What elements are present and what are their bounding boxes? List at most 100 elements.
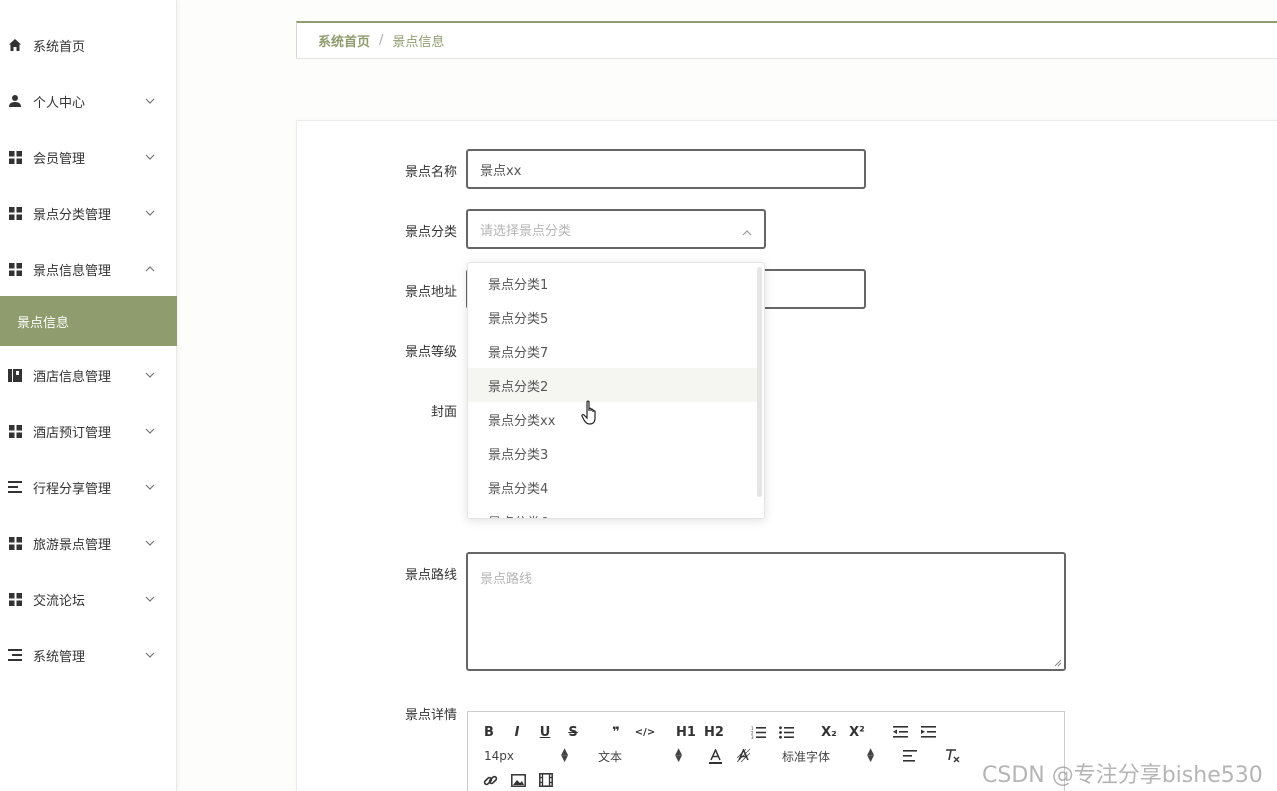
dropdown-option[interactable]: 景点分类6 bbox=[468, 504, 758, 519]
dropdown-option[interactable]: 景点分类3 bbox=[468, 436, 758, 470]
name-input[interactable]: 景点xx bbox=[466, 149, 866, 189]
address-label: 景点地址 bbox=[404, 285, 457, 300]
category-select[interactable]: 请选择景点分类 bbox=[466, 209, 766, 249]
blockquote-button[interactable]: ❞ bbox=[608, 724, 624, 740]
sidebar: 系统首页 个人中心 会员管理 景点分类管理 景点信息管理 景点信息 酒店信息管理… bbox=[0, 0, 177, 791]
sidebar-item-label: 系统管理 bbox=[33, 649, 86, 665]
bold-button[interactable]: B bbox=[482, 724, 496, 740]
updown-arrow-icon: ▲ ▼ bbox=[867, 747, 874, 764]
grid-icon bbox=[8, 150, 22, 164]
sidebar-item-hotel-info-mgmt[interactable]: 酒店信息管理 bbox=[0, 347, 177, 403]
chevron-down-icon bbox=[145, 426, 155, 436]
background-color-icon[interactable] bbox=[736, 748, 750, 764]
sidebar-item-label: 景点分类管理 bbox=[33, 207, 112, 223]
sidebar-item-forum[interactable]: 交流论坛 bbox=[0, 571, 177, 627]
sidebar-item-system-mgmt[interactable]: 系统管理 bbox=[0, 627, 177, 683]
route-textarea[interactable]: 景点路线 bbox=[466, 552, 1066, 671]
watermark: CSDN @专注分享bishe530 bbox=[982, 763, 1263, 788]
sidebar-item-label: 酒店信息管理 bbox=[33, 369, 112, 385]
sidebar-item-label: 个人中心 bbox=[33, 95, 86, 111]
breadcrumb: 系统首页 / 景点信息 bbox=[296, 21, 1277, 59]
chevron-down-icon bbox=[145, 152, 155, 162]
clear-format-icon[interactable] bbox=[944, 748, 960, 764]
chevron-down-icon bbox=[145, 650, 155, 660]
font-size-value: 14px bbox=[484, 749, 514, 763]
detail-label: 景点详情 bbox=[404, 708, 457, 723]
sidebar-item-home[interactable]: 系统首页 bbox=[0, 17, 177, 73]
sidebar-item-profile[interactable]: 个人中心 bbox=[0, 73, 177, 129]
dropdown-scrollbar[interactable] bbox=[757, 267, 762, 497]
chevron-down-icon bbox=[145, 370, 155, 380]
ordered-list-icon[interactable]: 123 bbox=[750, 724, 766, 740]
sidebar-item-category-mgmt[interactable]: 景点分类管理 bbox=[0, 185, 177, 241]
grid-icon bbox=[8, 262, 22, 276]
heading2-button[interactable]: H2 bbox=[704, 724, 724, 740]
sidebar-item-scenic-info-mgmt[interactable]: 景点信息管理 bbox=[0, 241, 177, 297]
indent-icon[interactable] bbox=[920, 724, 936, 740]
chevron-up-icon bbox=[145, 264, 155, 274]
sidebar-item-label: 会员管理 bbox=[33, 151, 86, 167]
link-icon[interactable] bbox=[482, 772, 498, 788]
grid-icon bbox=[8, 424, 22, 438]
dropdown-option[interactable]: 景点分类5 bbox=[468, 300, 758, 334]
font-family-select[interactable]: 标准字体 ▲ ▼ bbox=[782, 748, 874, 764]
sidebar-item-label: 行程分享管理 bbox=[33, 481, 112, 497]
sidebar-item-label: 景点信息管理 bbox=[33, 263, 112, 279]
chevron-down-icon bbox=[145, 96, 155, 106]
sidebar-item-label: 系统首页 bbox=[33, 39, 86, 55]
book-icon bbox=[8, 368, 22, 382]
dropdown-option[interactable]: 景点分类xx bbox=[468, 402, 758, 436]
dropdown-option[interactable]: 景点分类7 bbox=[468, 334, 758, 368]
svg-text:3: 3 bbox=[751, 735, 754, 739]
list-icon bbox=[8, 480, 22, 494]
sidebar-item-tourist-spot-mgmt[interactable]: 旅游景点管理 bbox=[0, 515, 177, 571]
updown-arrow-icon: ▲ ▼ bbox=[561, 747, 568, 764]
category-label: 景点分类 bbox=[404, 225, 457, 240]
dropdown-option[interactable]: 景点分类1 bbox=[468, 266, 758, 300]
dropdown-option-hovered[interactable]: 景点分类2 bbox=[468, 368, 758, 402]
rich-text-editor: B I U S ❞ </> H1 H2 123 X₂ X² 14px ▲ ▼ 文本… bbox=[467, 711, 1065, 791]
home-icon bbox=[8, 38, 22, 52]
subscript-button[interactable]: X₂ bbox=[820, 724, 838, 740]
align-left-icon[interactable] bbox=[902, 748, 918, 764]
grid-icon bbox=[8, 536, 22, 550]
sidebar-item-label: 酒店预订管理 bbox=[33, 425, 112, 441]
cover-label: 封面 bbox=[430, 405, 457, 420]
sidebar-item-label: 旅游景点管理 bbox=[33, 537, 112, 553]
chevron-down-icon bbox=[145, 482, 155, 492]
breadcrumb-separator: / bbox=[379, 33, 384, 48]
chevron-up-icon bbox=[742, 225, 752, 240]
text-style-value: 文本 bbox=[598, 749, 623, 764]
level-label: 景点等级 bbox=[404, 345, 457, 360]
bullet-list-icon[interactable] bbox=[778, 724, 794, 740]
name-input-value: 景点xx bbox=[480, 163, 522, 179]
dropdown-option[interactable]: 景点分类4 bbox=[468, 470, 758, 504]
resize-handle-icon[interactable] bbox=[1054, 659, 1062, 667]
sidebar-subitem-scenic-info[interactable]: 景点信息 bbox=[0, 296, 177, 346]
chevron-down-icon bbox=[145, 538, 155, 548]
hand-pointer-icon bbox=[581, 400, 596, 425]
breadcrumb-home-link[interactable]: 系统首页 bbox=[318, 31, 370, 50]
font-family-value: 标准字体 bbox=[782, 749, 831, 764]
sidebar-item-members[interactable]: 会员管理 bbox=[0, 129, 177, 185]
updown-arrow-icon: ▲ ▼ bbox=[675, 747, 682, 764]
sidebar-item-hotel-booking-mgmt[interactable]: 酒店预订管理 bbox=[0, 403, 177, 459]
chevron-down-icon bbox=[145, 594, 155, 604]
user-icon bbox=[8, 94, 22, 108]
underline-button[interactable]: U bbox=[538, 724, 552, 740]
list-icon bbox=[8, 648, 22, 662]
route-textarea-placeholder: 景点路线 bbox=[480, 572, 533, 587]
breadcrumb-current: 景点信息 bbox=[392, 35, 445, 50]
outdent-icon[interactable] bbox=[892, 724, 908, 740]
strikethrough-button[interactable]: S bbox=[566, 724, 580, 740]
text-style-select[interactable]: 文本 ▲ ▼ bbox=[598, 748, 682, 764]
italic-button[interactable]: I bbox=[510, 724, 524, 740]
heading1-button[interactable]: H1 bbox=[676, 724, 696, 740]
code-block-button[interactable]: </> bbox=[635, 724, 655, 740]
image-icon[interactable] bbox=[510, 772, 526, 788]
sidebar-item-trip-share-mgmt[interactable]: 行程分享管理 bbox=[0, 459, 177, 515]
font-size-select[interactable]: 14px ▲ ▼ bbox=[484, 748, 568, 764]
superscript-button[interactable]: X² bbox=[848, 724, 866, 740]
video-icon[interactable] bbox=[538, 772, 554, 788]
font-color-icon[interactable] bbox=[708, 748, 722, 764]
